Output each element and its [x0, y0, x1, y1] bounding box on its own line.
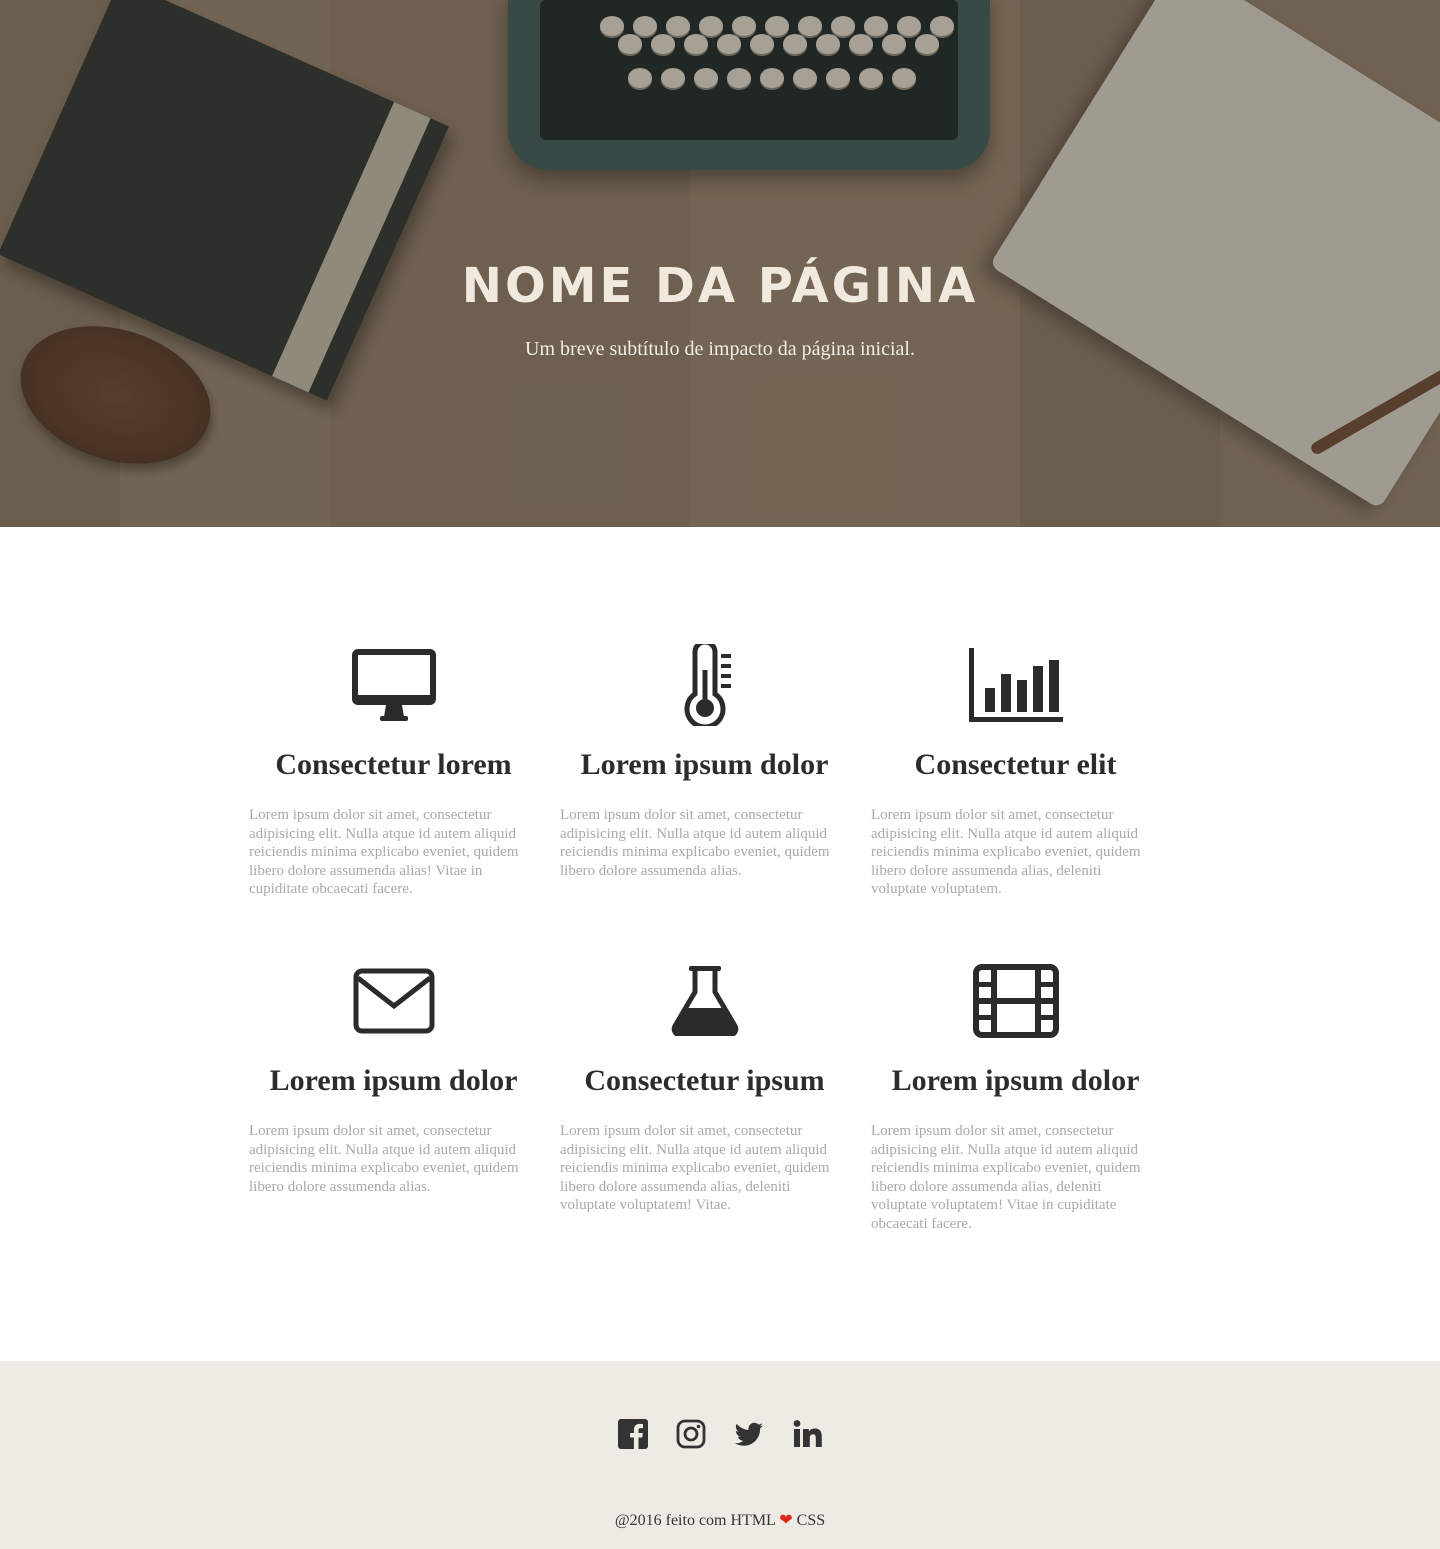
feature-text: Lorem ipsum dolor sit amet, consectetur …	[560, 1123, 830, 1213]
feature-title: Lorem ipsum dolor	[269, 1064, 518, 1097]
feature-text: Lorem ipsum dolor sit amet, consectetur …	[871, 807, 1141, 897]
feature-item: Lorem ipsum dolor Lorem ipsum dolor sit …	[860, 948, 1171, 1256]
feature-item: Consectetur lorem Lorem ipsum dolor sit …	[238, 640, 549, 948]
linkedin-link[interactable]	[792, 1419, 822, 1449]
heart-icon: ❤	[779, 1512, 793, 1529]
feature-text: Lorem ipsum dolor sit amet, consectetur …	[560, 807, 830, 879]
linkedin-icon	[793, 1420, 822, 1447]
copyright-text: @2016 feito com HTML ❤ CSS	[614, 1512, 826, 1529]
facebook-link[interactable]	[618, 1419, 648, 1449]
features-grid: Consectetur lorem Lorem ipsum dolor sit …	[238, 640, 1171, 1256]
flask-icon	[671, 966, 738, 1036]
feature-title: Consectetur lorem	[275, 748, 512, 781]
facebook-icon	[618, 1419, 648, 1449]
page-subtitle: Um breve subtítulo de impacto da página …	[525, 338, 915, 360]
hero-banner: NOME DA PÁGINA Um breve subtítulo de imp…	[0, 0, 1440, 527]
film-icon	[972, 964, 1059, 1038]
feature-item: Consectetur ipsum Lorem ipsum dolor sit …	[549, 948, 860, 1256]
feature-title: Lorem ipsum dolor	[580, 748, 829, 781]
thermometer-icon	[684, 644, 731, 726]
feature-text: Lorem ipsum dolor sit amet, consectetur …	[871, 1123, 1141, 1232]
feature-item: Consectetur elit Lorem ipsum dolor sit a…	[860, 640, 1171, 948]
feature-text: Lorem ipsum dolor sit amet, consectetur …	[249, 807, 519, 897]
desktop-icon	[351, 649, 436, 721]
twitter-icon	[734, 1422, 763, 1446]
instagram-link[interactable]	[676, 1419, 706, 1449]
page-title: NOME DA PÁGINA	[461, 258, 979, 314]
bar-chart-icon	[968, 648, 1063, 722]
feature-title: Lorem ipsum dolor	[891, 1064, 1140, 1097]
feature-title: Consectetur elit	[914, 748, 1117, 781]
footer: @2016 feito com HTML ❤ CSS	[0, 1361, 1440, 1549]
feature-title: Consectetur ipsum	[584, 1064, 825, 1097]
feature-item: Lorem ipsum dolor Lorem ipsum dolor sit …	[549, 640, 860, 948]
twitter-link[interactable]	[734, 1419, 764, 1449]
social-links	[0, 1419, 1440, 1449]
feature-item: Lorem ipsum dolor Lorem ipsum dolor sit …	[238, 948, 549, 1256]
feature-text: Lorem ipsum dolor sit amet, consectetur …	[249, 1123, 519, 1195]
instagram-icon	[676, 1419, 706, 1449]
envelope-icon	[353, 968, 434, 1034]
